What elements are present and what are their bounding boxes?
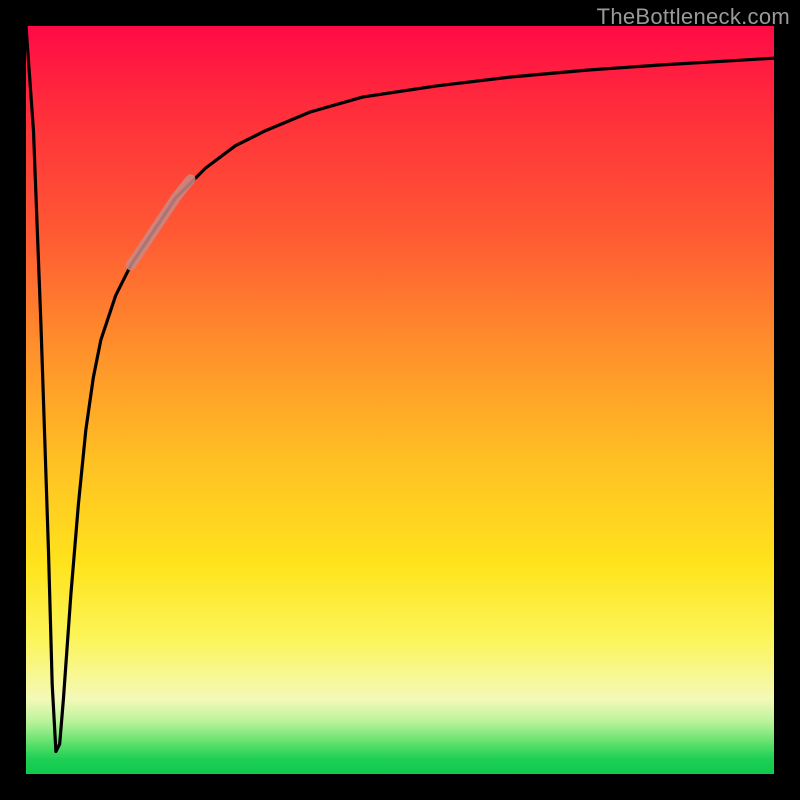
main-curve (26, 26, 774, 752)
watermark-text: TheBottleneck.com (597, 4, 790, 30)
chart-frame: TheBottleneck.com (0, 0, 800, 800)
curve-layer (26, 26, 774, 774)
highlight-segment (131, 179, 191, 265)
plot-area (26, 26, 774, 774)
